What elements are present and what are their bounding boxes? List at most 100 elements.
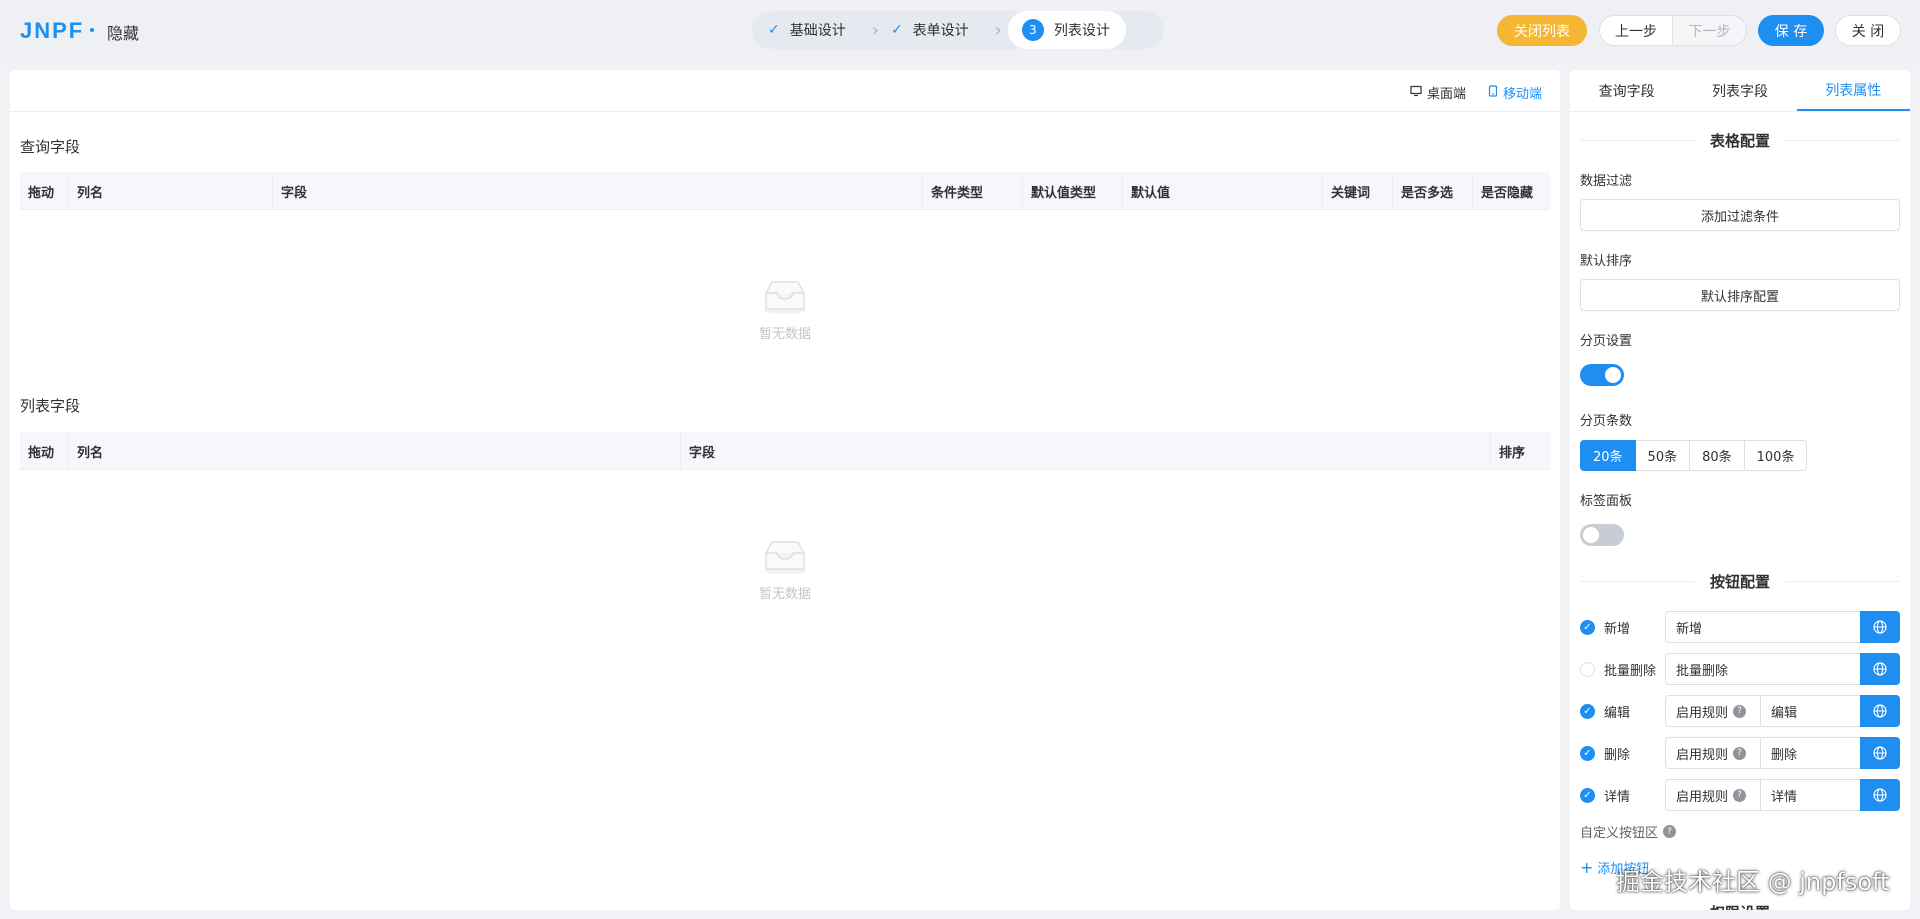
edit-checkbox[interactable]: ✓ — [1580, 703, 1595, 719]
monitor-icon — [1410, 85, 1422, 100]
column-header: 字段 — [680, 432, 1490, 470]
column-header: 列名 — [68, 172, 272, 210]
help-icon: ? — [1733, 704, 1747, 718]
empty-text: 暂无数据 — [758, 326, 811, 342]
mobile-label: 移动端 — [1503, 87, 1543, 102]
list-table-header: 拖动 列名 字段 排序 — [20, 432, 1550, 470]
prev-step-button[interactable]: 上一步 — [1599, 15, 1673, 46]
page-size-100[interactable]: 100条 — [1744, 440, 1808, 471]
property-panel: 查询字段 列表字段 列表属性 表格配置 数据过滤 添加过滤条件 默认排序 默认排… — [1570, 70, 1910, 910]
property-tabs: 查询字段 列表字段 列表属性 — [1570, 70, 1910, 112]
button-row-label: 新增 — [1604, 621, 1631, 637]
app-title: 隐藏 — [107, 24, 140, 43]
button-config-divider: 按钮配置 — [1580, 571, 1901, 591]
batch-delete-label-input[interactable]: 批量删除 — [1665, 653, 1860, 685]
page-size-80[interactable]: 80条 — [1690, 440, 1745, 471]
plus-icon: + — [1580, 858, 1594, 877]
design-steps: ✓ 基础设计 › ✓ 表单设计 › 3 列表设计 — [752, 11, 1164, 49]
list-empty-state: 暂无数据 — [20, 500, 1550, 640]
button-row-edit: ✓ 编辑 启用规则? 编辑 — [1580, 695, 1900, 727]
globe-icon[interactable] — [1860, 653, 1900, 685]
page-size-group: 20条 50条 80条 100条 — [1580, 440, 1808, 471]
delete-label-input[interactable]: 删除 — [1760, 737, 1860, 769]
help-icon: ? — [1733, 746, 1747, 760]
step-number-badge: 3 — [1021, 19, 1044, 41]
empty-inbox-icon — [764, 280, 806, 314]
column-header: 默认值类型 — [1022, 172, 1122, 210]
mobile-view-option[interactable]: 移动端 — [1488, 83, 1542, 102]
button-row-batch-delete: 批量删除 批量删除 — [1580, 653, 1900, 685]
empty-text: 暂无数据 — [758, 586, 811, 602]
paging-label: 分页设置 — [1580, 334, 1633, 349]
save-button[interactable]: 保 存 — [1758, 15, 1824, 46]
logo-text: JNPF — [20, 18, 85, 43]
tab-query-fields[interactable]: 查询字段 — [1570, 70, 1683, 111]
table-config-title: 表格配置 — [1710, 131, 1771, 150]
check-icon: ✓ — [890, 22, 903, 38]
tab-panel-toggle[interactable] — [1580, 524, 1624, 546]
globe-icon[interactable] — [1860, 737, 1900, 769]
batch-delete-checkbox[interactable] — [1580, 661, 1595, 677]
paging-toggle[interactable] — [1580, 364, 1624, 386]
button-row-label: 删除 — [1604, 747, 1631, 763]
watermark: 掘金技术社区 @ jnpfsoft — [1616, 868, 1890, 896]
desktop-label: 桌面端 — [1427, 87, 1467, 102]
delete-checkbox[interactable]: ✓ — [1580, 745, 1595, 761]
custom-button-area-label: 自定义按钮区? — [1580, 822, 1677, 841]
empty-inbox-icon — [764, 540, 806, 574]
column-header: 列名 — [68, 432, 680, 470]
column-header: 是否多选 — [1392, 172, 1472, 210]
close-button[interactable]: 关 闭 — [1835, 15, 1901, 46]
check-icon: ✓ — [768, 22, 780, 38]
enable-rule-button[interactable]: 启用规则? — [1665, 737, 1760, 769]
detail-label-input[interactable]: 详情 — [1760, 779, 1860, 811]
edit-label-input[interactable]: 编辑 — [1760, 695, 1860, 727]
tab-list-fields[interactable]: 列表字段 — [1683, 70, 1796, 111]
chevron-right-icon: › — [994, 19, 1002, 41]
page-size-50[interactable]: 50条 — [1635, 440, 1691, 471]
data-filter-label: 数据过滤 — [1580, 174, 1633, 189]
default-sort-config-button[interactable]: 默认排序配置 — [1580, 279, 1900, 311]
button-row-label: 编辑 — [1604, 705, 1631, 721]
jnpf-logo: JNPF — [20, 18, 84, 44]
globe-icon[interactable] — [1860, 779, 1900, 811]
step-list-design[interactable]: 3 列表设计 — [1007, 11, 1126, 49]
button-row-label: 批量删除 — [1604, 663, 1657, 679]
view-switch-bar: 桌面端 移动端 — [10, 70, 1560, 112]
page-size-20[interactable]: 20条 — [1580, 440, 1636, 471]
step-basic-design[interactable]: ✓ 基础设计 — [752, 11, 846, 49]
enable-rule-button[interactable]: 启用规则? — [1665, 695, 1760, 727]
button-row-delete: ✓ 删除 启用规则? 删除 — [1580, 737, 1900, 769]
close-list-button[interactable]: 关闭列表 — [1497, 15, 1587, 46]
default-sort-label: 默认排序 — [1580, 254, 1633, 269]
next-step-button[interactable]: 下一步 — [1673, 15, 1747, 46]
column-header: 排序 — [1490, 432, 1550, 470]
tab-panel-label: 标签面板 — [1580, 494, 1633, 509]
desktop-view-option[interactable]: 桌面端 — [1410, 83, 1466, 102]
globe-icon[interactable] — [1860, 695, 1900, 727]
help-icon: ? — [1663, 825, 1677, 838]
enable-rule-button[interactable]: 启用规则? — [1665, 779, 1760, 811]
button-row-label: 详情 — [1604, 789, 1631, 805]
logo-separator-dot — [90, 28, 94, 32]
column-header: 拖动 — [28, 185, 55, 201]
button-config-title: 按钮配置 — [1710, 572, 1771, 591]
top-header: JNPF 隐藏 ✓ 基础设计 › ✓ 表单设计 › 3 列表设计 关闭列表 上一… — [0, 0, 1920, 60]
add-label-input[interactable]: 新增 — [1665, 611, 1860, 643]
list-section-title: 列表字段 — [20, 397, 81, 415]
rule-label: 启用规则 — [1676, 705, 1729, 721]
step-label: 基础设计 — [789, 23, 846, 39]
add-checkbox[interactable]: ✓ — [1580, 619, 1595, 635]
add-filter-button[interactable]: 添加过滤条件 — [1580, 199, 1900, 231]
column-header: 字段 — [272, 172, 922, 210]
globe-icon[interactable] — [1860, 611, 1900, 643]
rule-label: 启用规则 — [1676, 747, 1729, 763]
step-form-design[interactable]: ✓ 表单设计 — [891, 11, 969, 49]
button-row-detail: ✓ 详情 启用规则? 详情 — [1580, 779, 1900, 811]
button-row-add: ✓ 新增 新增 — [1580, 611, 1900, 643]
chevron-right-icon: › — [871, 19, 879, 41]
step-label: 列表设计 — [1053, 23, 1110, 39]
column-header: 拖动 — [28, 445, 55, 461]
detail-checkbox[interactable]: ✓ — [1580, 787, 1595, 803]
tab-list-properties[interactable]: 列表属性 — [1796, 70, 1910, 111]
